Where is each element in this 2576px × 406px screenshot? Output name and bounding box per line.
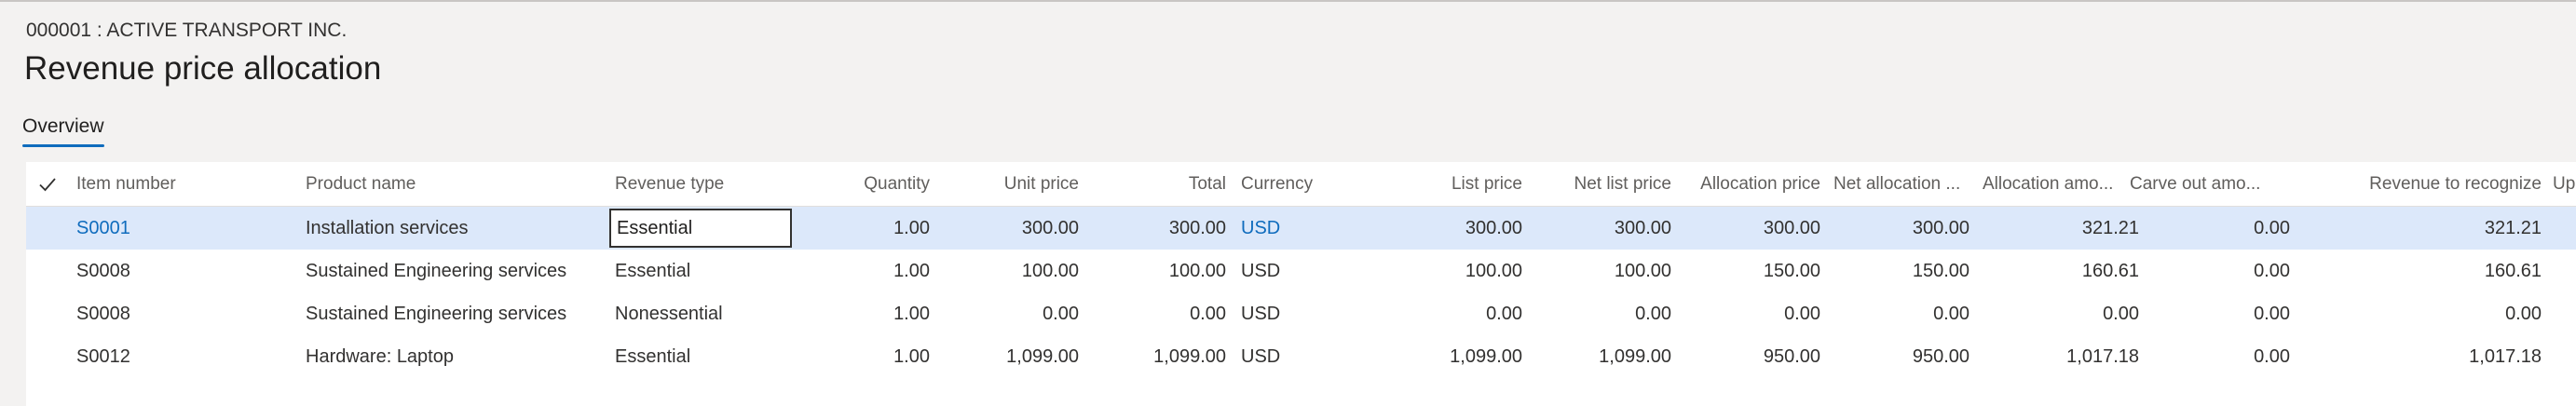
unit-price-cell: 1,099.00 xyxy=(1006,345,1079,367)
list-price-cell: 0.00 xyxy=(1486,303,1522,324)
grid-header-row: Item number Product name Revenue type Qu… xyxy=(26,162,2576,207)
net-allocation-cell: 950.00 xyxy=(1912,345,1969,367)
product-name-cell: Sustained Engineering services xyxy=(306,303,567,324)
revenue-to-recognize-cell: 0.00 xyxy=(2505,303,2542,324)
carve-out-amount-cell: 0.00 xyxy=(2254,217,2290,238)
allocation-price-cell: 0.00 xyxy=(1784,303,1820,324)
carve-out-amount-cell: 0.00 xyxy=(2254,345,2290,367)
company-label: 000001 : ACTIVE TRANSPORT INC. xyxy=(26,20,348,41)
column-header-revenue-to-recognize[interactable]: Revenue to recognize xyxy=(2299,162,2542,206)
quantity-cell: 1.00 xyxy=(893,303,930,324)
carve-out-amount-cell: 0.00 xyxy=(2254,303,2290,324)
revenue-type-cell[interactable]: Essential xyxy=(615,250,820,292)
column-header-net-list-price[interactable]: Net list price xyxy=(1532,162,1671,206)
allocation-amount-cell: 1,017.18 xyxy=(2066,345,2139,367)
currency-cell: USD xyxy=(1241,303,1281,324)
list-price-cell: 300.00 xyxy=(1465,217,1522,238)
net-list-price-cell: 300.00 xyxy=(1614,217,1671,238)
net-allocation-cell: 0.00 xyxy=(1933,303,1969,324)
product-name-cell: Hardware: Laptop xyxy=(306,345,454,367)
revenue-to-recognize-cell: 321.21 xyxy=(2484,217,2542,238)
column-header-net-allocation[interactable]: Net allocation ... xyxy=(1833,162,1973,206)
revenue-type-cell[interactable]: Nonessential xyxy=(615,292,820,335)
tab-bar: Overview xyxy=(22,115,104,151)
total-cell: 1,099.00 xyxy=(1153,345,1226,367)
column-header-allocation-price[interactable]: Allocation price xyxy=(1681,162,1820,206)
total-cell: 100.00 xyxy=(1168,260,1226,281)
unit-price-cell: 0.00 xyxy=(1043,303,1079,324)
quantity-cell: 1.00 xyxy=(893,260,930,281)
column-header-list-price[interactable]: List price xyxy=(1396,162,1522,206)
table-row[interactable]: S0001 Installation services Essential 1.… xyxy=(26,207,2576,250)
revenue-allocation-grid: Item number Product name Revenue type Qu… xyxy=(26,162,2576,406)
carve-out-amount-cell: 0.00 xyxy=(2254,260,2290,281)
column-header-item-number[interactable]: Item number xyxy=(76,162,300,206)
column-header-up[interactable]: Up xyxy=(2553,162,2576,206)
currency-cell: USD xyxy=(1241,260,1281,281)
revenue-to-recognize-cell: 160.61 xyxy=(2484,260,2542,281)
net-allocation-cell: 300.00 xyxy=(1912,217,1969,238)
tab-overview[interactable]: Overview xyxy=(22,115,104,147)
column-header-unit-price[interactable]: Unit price xyxy=(939,162,1079,206)
revenue-type-cell[interactable]: Essential xyxy=(615,335,820,378)
item-number-cell[interactable]: S0008 xyxy=(76,250,300,292)
product-name-cell: Installation services xyxy=(306,217,469,238)
item-number-cell[interactable]: S0012 xyxy=(76,335,300,378)
allocation-amount-cell: 321.21 xyxy=(2081,217,2139,238)
total-cell: 0.00 xyxy=(1190,303,1226,324)
revenue-to-recognize-cell: 1,017.18 xyxy=(2469,345,2542,367)
product-name-cell: Sustained Engineering services xyxy=(306,260,567,281)
allocation-price-cell: 950.00 xyxy=(1763,345,1820,367)
allocation-price-cell: 150.00 xyxy=(1763,260,1820,281)
allocation-amount-cell: 160.61 xyxy=(2081,260,2139,281)
currency-link[interactable]: USD xyxy=(1241,207,1390,250)
column-header-quantity[interactable]: Quantity xyxy=(827,162,930,206)
column-header-carve-out-amount[interactable]: Carve out amo... xyxy=(2130,162,2297,206)
select-all-checkbox[interactable] xyxy=(37,162,65,206)
checkmark-icon xyxy=(39,177,56,191)
item-number-cell[interactable]: S0008 xyxy=(76,292,300,335)
column-header-currency[interactable]: Currency xyxy=(1241,162,1390,206)
table-row[interactable]: S0012 Hardware: Laptop Essential 1.00 1,… xyxy=(26,335,2576,378)
allocation-price-cell: 300.00 xyxy=(1763,217,1820,238)
revenue-type-input[interactable]: Essential xyxy=(609,209,792,248)
net-list-price-cell: 100.00 xyxy=(1614,260,1671,281)
table-row[interactable]: S0008 Sustained Engineering services Ess… xyxy=(26,250,2576,292)
net-allocation-cell: 150.00 xyxy=(1912,260,1969,281)
quantity-cell: 1.00 xyxy=(893,217,930,238)
column-header-allocation-amount[interactable]: Allocation amo... xyxy=(1983,162,2122,206)
quantity-cell: 1.00 xyxy=(893,345,930,367)
list-price-cell: 1,099.00 xyxy=(1450,345,1522,367)
net-list-price-cell: 0.00 xyxy=(1635,303,1671,324)
list-price-cell: 100.00 xyxy=(1465,260,1522,281)
unit-price-cell: 300.00 xyxy=(1021,217,1079,238)
net-list-price-cell: 1,099.00 xyxy=(1599,345,1671,367)
table-row[interactable]: S0008 Sustained Engineering services Non… xyxy=(26,292,2576,335)
unit-price-cell: 100.00 xyxy=(1021,260,1079,281)
top-border xyxy=(0,0,2576,2)
column-header-total[interactable]: Total xyxy=(1088,162,1226,206)
allocation-amount-cell: 0.00 xyxy=(2103,303,2139,324)
item-number-link[interactable]: S0001 xyxy=(76,207,300,250)
total-cell: 300.00 xyxy=(1168,217,1226,238)
column-header-product-name[interactable]: Product name xyxy=(306,162,613,206)
currency-cell: USD xyxy=(1241,345,1281,367)
page-title: Revenue price allocation xyxy=(24,50,382,87)
column-header-revenue-type[interactable]: Revenue type xyxy=(615,162,820,206)
